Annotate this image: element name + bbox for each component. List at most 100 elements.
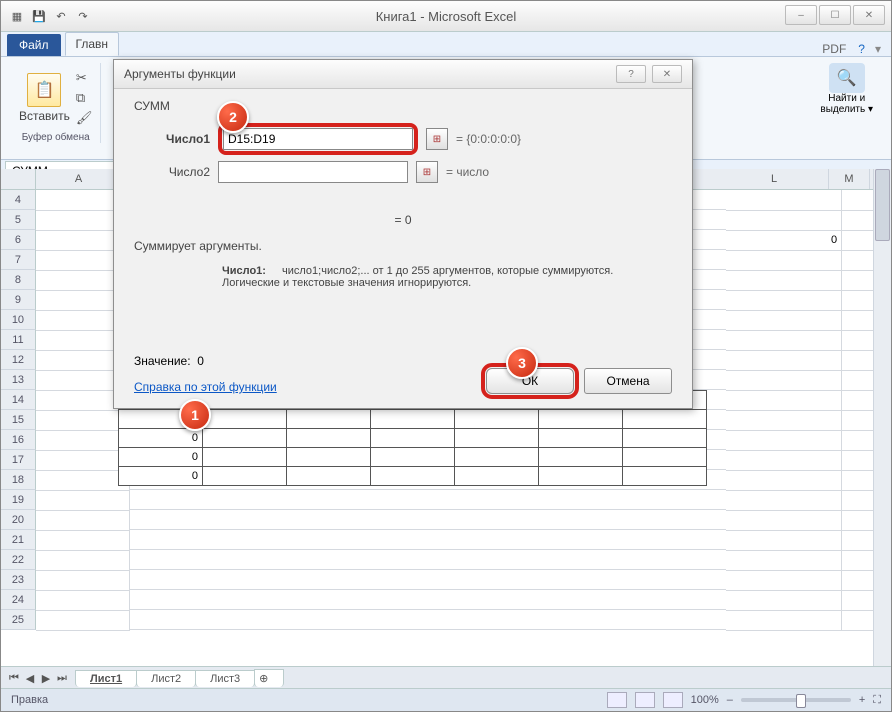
col-header-m[interactable]: M [829,169,870,189]
close-button[interactable]: ✕ [853,5,885,25]
callout-badge-1: 1 [179,399,211,431]
status-bar: Правка 100% – + ⛶ [1,688,891,711]
row-header[interactable]: 22 [1,550,36,570]
row-header[interactable]: 6 [1,230,36,250]
maximize-button[interactable]: ☐ [819,5,851,25]
row-header[interactable]: 13 [1,370,36,390]
sheet-tab-2[interactable]: Лист2 [136,670,196,687]
undo-icon[interactable]: ↶ [53,8,69,24]
result-value-row: Значение: 0 [134,354,204,368]
help-icons: ? ▾ [858,42,891,56]
row-header[interactable]: 4 [1,190,36,210]
quick-access-toolbar: ▦ 💾 ↶ ↷ [9,8,91,24]
sheet-nav-last[interactable]: ⏭ [55,672,69,685]
row-22: 22 [1,550,891,570]
row-header[interactable]: 9 [1,290,36,310]
redo-icon[interactable]: ↷ [75,8,91,24]
zoom-thumb[interactable] [796,694,806,708]
chevron-down-icon[interactable]: ▾ [875,42,881,56]
dialog-title: Аргументы функции [124,67,236,81]
minimize-button[interactable]: – [785,5,817,25]
callout-badge-3: 3 [506,347,538,379]
excel-icon: ▦ [9,8,25,24]
function-name: СУММ [134,99,672,113]
arg2-range-button[interactable]: ⊞ [416,161,438,183]
group-label-clipboard: Буфер обмена [22,132,90,143]
status-mode: Правка [11,694,48,706]
tab-file[interactable]: Файл [7,34,61,56]
row-header[interactable]: 14 [1,390,36,410]
find-label1: Найти и [828,93,865,104]
cell-l6[interactable]: 0 [726,230,843,251]
ribbon-group-clipboard: 📋 Вставить ✂ ⧉ 🖌 Буфер обмена [11,63,101,143]
cell-d19[interactable]: 0 [118,466,203,486]
cut-icon[interactable]: ✂ [76,70,93,86]
zoom-out-button[interactable]: – [727,694,733,706]
paste-button[interactable]: 📋 Вставить [19,73,70,123]
tab-home[interactable]: Главн [65,32,120,56]
sheet-tab-1[interactable]: Лист1 [75,670,137,687]
row-header[interactable]: 10 [1,310,36,330]
arg2-result: = число [446,165,489,179]
arg1-input[interactable] [223,128,413,150]
find-label2: выделить ▾ [820,104,873,115]
row-header[interactable]: 12 [1,350,36,370]
dialog-help-button[interactable]: ? [616,65,646,83]
window-buttons: – ☐ ✕ [785,5,885,25]
row-header[interactable]: 5 [1,210,36,230]
row-header[interactable]: 24 [1,590,36,610]
help-icon[interactable]: ? [858,42,865,56]
row-header[interactable]: 19 [1,490,36,510]
row-header[interactable]: 15 [1,410,36,430]
cell-d17[interactable]: 0 [118,428,203,448]
row-header[interactable]: 21 [1,530,36,550]
dialog-titlebar[interactable]: Аргументы функции ? ✕ [114,60,692,89]
format-painter-icon[interactable]: 🖌 [76,110,93,126]
sheet-nav-prev[interactable]: ◀ [23,672,37,685]
copy-icon[interactable]: ⧉ [76,90,93,106]
row-24: 24 [1,590,891,610]
function-arguments-dialog: Аргументы функции ? ✕ СУММ Число1 ⊞ = {0… [113,59,693,409]
view-layout-button[interactable] [635,692,655,708]
arg2-input[interactable] [218,161,408,183]
sheet-nav: ⏮ ◀ ▶ ⏭ [1,672,75,685]
row-23: 23 [1,570,891,590]
row-header[interactable]: 23 [1,570,36,590]
row-header[interactable]: 20 [1,510,36,530]
function-description: Суммирует аргументы. [134,239,672,253]
zoom-value: 100% [691,694,719,706]
sheet-tab-3[interactable]: Лист3 [195,670,255,687]
app-window: ▦ 💾 ↶ ↷ Книга1 - Microsoft Excel – ☐ ✕ Ф… [0,0,892,712]
cancel-button[interactable]: Отмена [584,368,672,394]
col-header-a[interactable]: A [36,169,122,189]
row-header[interactable]: 18 [1,470,36,490]
select-all[interactable] [1,169,36,189]
row-header[interactable]: 8 [1,270,36,290]
sheet-nav-first[interactable]: ⏮ [7,672,21,685]
save-icon[interactable]: 💾 [31,8,47,24]
row-header[interactable]: 11 [1,330,36,350]
arg1-range-button[interactable]: ⊞ [426,128,448,150]
cell-d18[interactable]: 0 [118,447,203,467]
app-title: Книга1 - Microsoft Excel [376,9,517,24]
dialog-close-button[interactable]: ✕ [652,65,682,83]
row-header[interactable]: 16 [1,430,36,450]
row-header[interactable]: 7 [1,250,36,270]
row-19: 19 [1,490,891,510]
row-header[interactable]: 25 [1,610,36,630]
arg-help-text: Число1:число1;число2;... от 1 до 255 арг… [134,265,672,289]
view-normal-button[interactable] [607,692,627,708]
row-20: 20 [1,510,891,530]
sheet-nav-next[interactable]: ▶ [39,672,53,685]
scroll-thumb[interactable] [875,169,890,241]
row-header[interactable]: 17 [1,450,36,470]
zoom-slider[interactable] [741,698,851,702]
new-sheet-button[interactable]: ⊕ [254,669,284,687]
fullscreen-icon[interactable]: ⛶ [873,694,881,707]
col-header-l[interactable]: L [720,169,829,189]
sheet-tab-bar: ⏮ ◀ ▶ ⏭ Лист1 Лист2 Лист3 ⊕ [1,666,891,689]
zoom-in-button[interactable]: + [859,694,865,706]
view-break-button[interactable] [663,692,683,708]
find-icon[interactable]: 🔍 [829,63,865,93]
vertical-scrollbar[interactable] [873,169,891,667]
